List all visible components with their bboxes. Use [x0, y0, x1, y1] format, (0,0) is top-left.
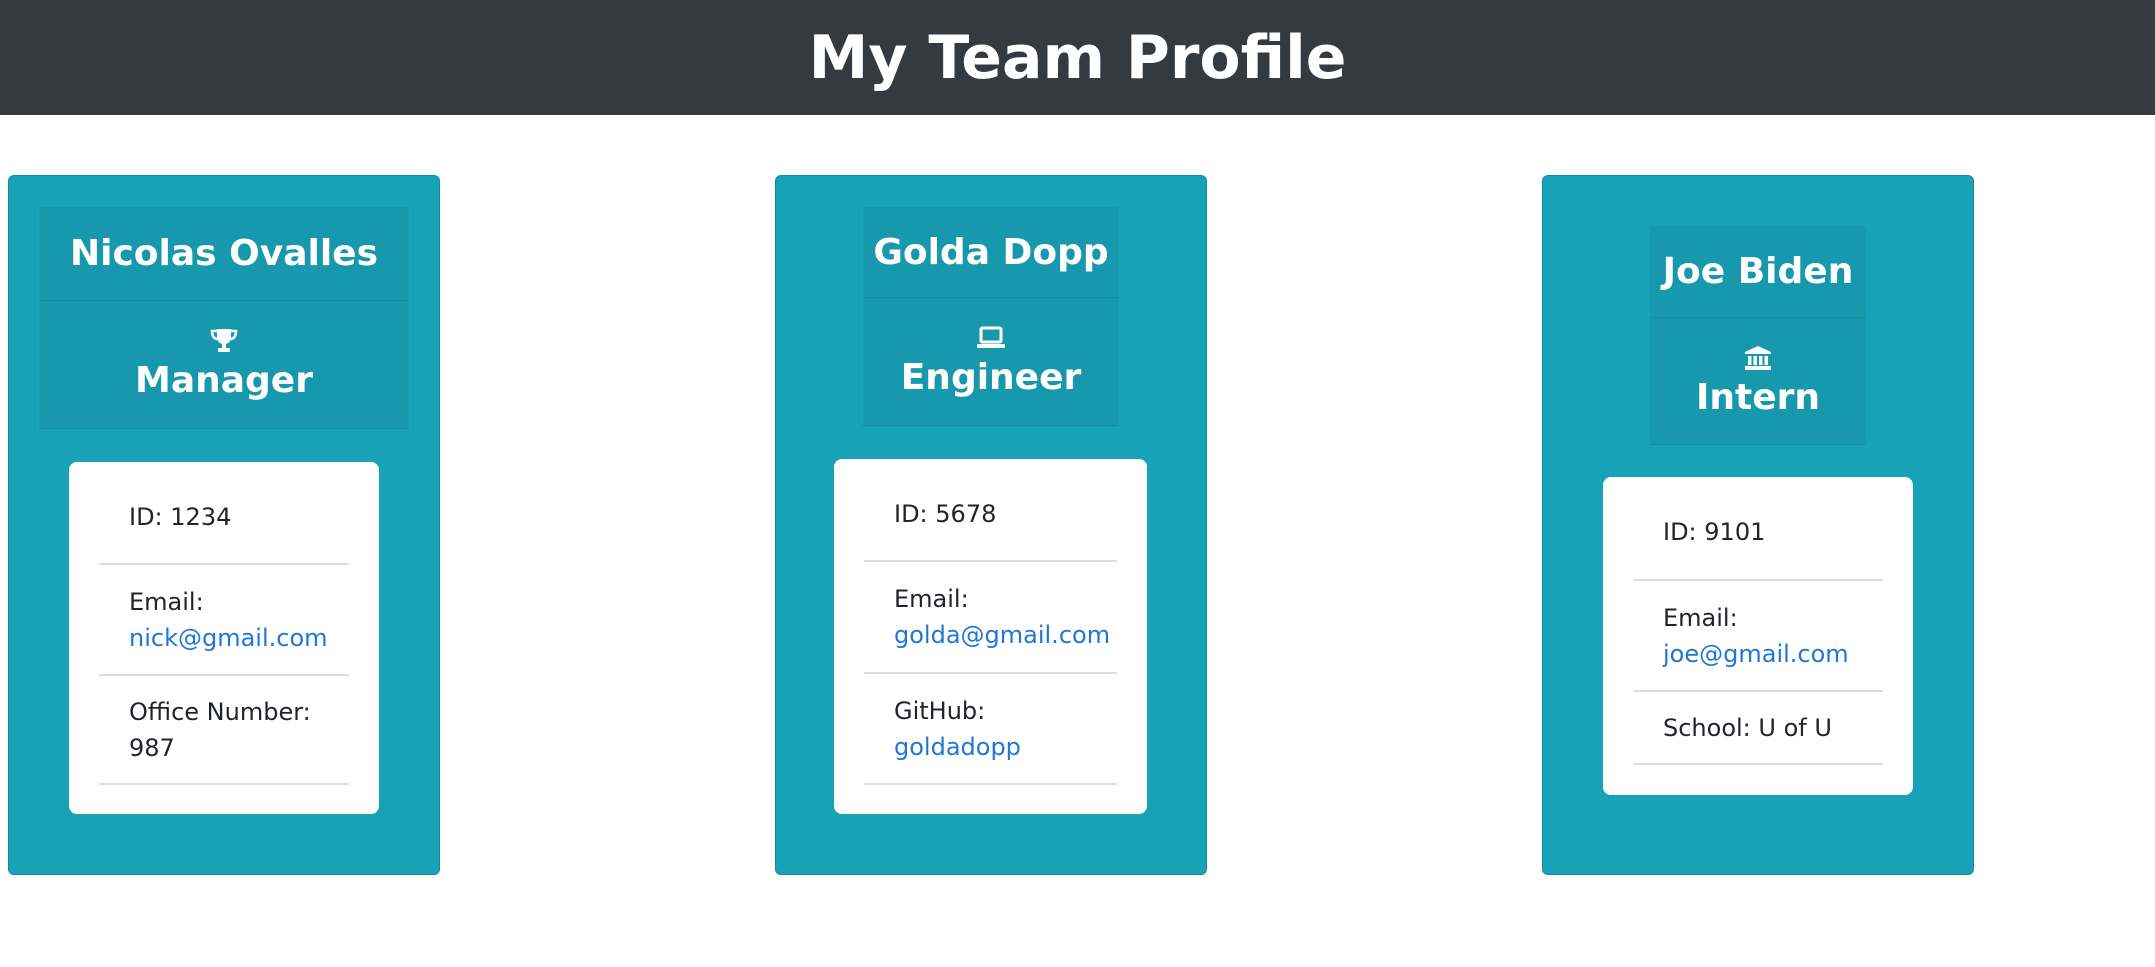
laptop-icon: [977, 326, 1005, 348]
list-item-school: School: U of U: [1633, 692, 1883, 765]
employee-card-engineer: Golda Dopp Engineer ID: 5678 Email: gold…: [775, 175, 1207, 875]
school-text: School: U of U: [1663, 713, 1832, 742]
page-header: My Team Profile: [0, 0, 2155, 115]
employee-name: Golda Dopp: [863, 207, 1119, 298]
github-link[interactable]: goldadopp: [894, 729, 1087, 765]
employee-name: Nicolas Ovalles: [39, 207, 409, 301]
email-label: Email:: [894, 585, 969, 613]
office-number-label: Office Number:: [129, 697, 311, 726]
employee-card-manager: Nicolas Ovalles Manager ID: 1234 Email: …: [8, 175, 440, 875]
card-header: Nicolas Ovalles Manager: [39, 207, 409, 429]
employee-role: Engineer: [863, 298, 1119, 426]
trophy-icon: [210, 329, 238, 352]
list-item-id: ID: 1234: [99, 462, 349, 565]
employee-id: ID: 9101: [1663, 518, 1766, 546]
info-list: ID: 9101 Email: joe@gmail.com School: U …: [1603, 477, 1913, 795]
list-item-id: ID: 5678: [864, 459, 1117, 562]
list-item-id: ID: 9101: [1633, 477, 1883, 581]
office-number-value: 987: [129, 733, 175, 762]
list-item-email: Email: nick@gmail.com: [99, 565, 349, 676]
list-item-office: Office Number: 987: [99, 676, 349, 785]
role-label: Intern: [1695, 376, 1821, 418]
list-item-github: GitHub: goldadopp: [864, 674, 1117, 785]
email-link[interactable]: golda@gmail.com: [894, 617, 1110, 653]
info-list: ID: 5678 Email: golda@gmail.com GitHub: …: [834, 459, 1147, 814]
university-icon: [1745, 345, 1771, 370]
email-link[interactable]: nick@gmail.com: [129, 620, 328, 656]
employee-role: Intern: [1650, 318, 1866, 445]
employee-role: Manager: [39, 301, 409, 429]
role-label: Engineer: [900, 357, 1082, 398]
page-title: My Team Profile: [808, 22, 1347, 93]
employee-id: ID: 1234: [129, 502, 232, 531]
info-list: ID: 1234 Email: nick@gmail.com Office Nu…: [69, 462, 379, 814]
list-item-email: Email: joe@gmail.com: [1633, 581, 1883, 692]
card-header: Joe Biden Intern: [1650, 226, 1866, 445]
card-header: Golda Dopp Engineer: [863, 207, 1119, 426]
list-item-email: Email: golda@gmail.com: [864, 562, 1117, 674]
role-label: Manager: [135, 360, 313, 401]
email-label: Email:: [1663, 603, 1738, 632]
email-label: Email:: [129, 587, 204, 616]
employee-name: Joe Biden: [1650, 226, 1866, 318]
github-label: GitHub:: [894, 696, 986, 725]
employee-card-intern: Joe Biden Intern ID: 9101 Email: joe@gma…: [1542, 175, 1974, 875]
employee-id: ID: 5678: [894, 499, 997, 528]
email-link[interactable]: joe@gmail.com: [1663, 636, 1853, 672]
